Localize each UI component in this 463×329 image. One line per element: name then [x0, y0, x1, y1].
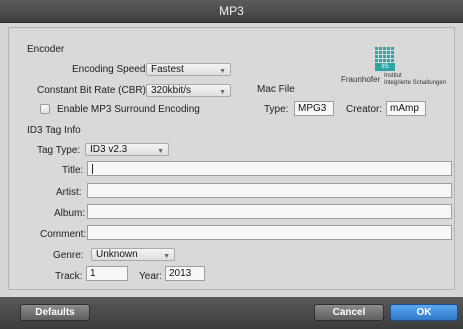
mac-file-section-label: Mac File — [257, 84, 295, 95]
id3-section-label: ID3 Tag Info — [27, 125, 81, 136]
title-label: Title: — [62, 165, 84, 176]
tag-type-select[interactable]: ID3 v2.3 ▼ — [85, 143, 169, 156]
artist-field[interactable] — [87, 183, 452, 198]
bitrate-value: 320kbit/s — [151, 85, 192, 96]
comment-label: Comment: — [40, 229, 87, 240]
mac-type-field[interactable]: MPG3 — [294, 101, 334, 116]
cancel-button[interactable]: Cancel — [314, 304, 384, 321]
genre-select[interactable]: Unknown ▼ — [91, 248, 175, 261]
track-label: Track: — [55, 271, 83, 282]
encoding-speed-label: Encoding Speed: — [72, 64, 149, 75]
track-field[interactable]: 1 — [86, 266, 128, 281]
surround-encoding-checkbox[interactable] — [40, 104, 50, 114]
mac-creator-label: Creator: — [346, 104, 383, 115]
bitrate-label: Constant Bit Rate (CBR): — [37, 85, 149, 96]
genre-value: Unknown — [96, 249, 138, 260]
title-field[interactable] — [87, 161, 452, 176]
mp3-dialog: MP3 Encoder Encoding Speed: Fastest ▼ Co… — [0, 0, 463, 329]
year-label: Year: — [139, 271, 162, 282]
tag-type-label: Tag Type: — [37, 145, 81, 156]
logo-subline-2: Integrierte Schaltungen — [384, 80, 447, 86]
window-title: MP3 — [219, 4, 244, 18]
ok-button[interactable]: OK — [390, 304, 458, 321]
logo-brand: Fraunhofer — [341, 75, 381, 84]
chevron-down-icon: ▼ — [163, 253, 170, 260]
defaults-button[interactable]: Defaults — [20, 304, 90, 321]
tag-type-value: ID3 v2.3 — [90, 144, 128, 155]
encoder-section-label: Encoder — [27, 44, 65, 55]
logo-subline-1: Institut — [384, 73, 402, 79]
fraunhofer-logo-icon — [375, 47, 395, 63]
bitrate-select[interactable]: 320kbit/s ▼ — [146, 84, 231, 97]
year-field[interactable]: 2013 — [165, 266, 205, 281]
album-field[interactable] — [87, 204, 452, 219]
surround-encoding-label: Enable MP3 Surround Encoding — [57, 104, 200, 115]
mac-type-label: Type: — [264, 104, 289, 115]
chevron-down-icon: ▼ — [157, 148, 164, 155]
chevron-down-icon: ▼ — [219, 68, 226, 75]
encoding-speed-select[interactable]: Fastest ▼ — [146, 63, 231, 76]
genre-label: Genre: — [53, 250, 84, 261]
mac-creator-field[interactable]: mAmp — [386, 101, 426, 116]
comment-field[interactable] — [87, 225, 452, 240]
album-label: Album: — [54, 208, 86, 219]
artist-label: Artist: — [56, 187, 82, 198]
logo-badge: IIS — [375, 63, 395, 71]
chevron-down-icon: ▼ — [219, 89, 226, 96]
title-bar[interactable]: MP3 — [0, 0, 463, 23]
text-cursor — [92, 164, 93, 174]
encoding-speed-value: Fastest — [151, 64, 184, 75]
